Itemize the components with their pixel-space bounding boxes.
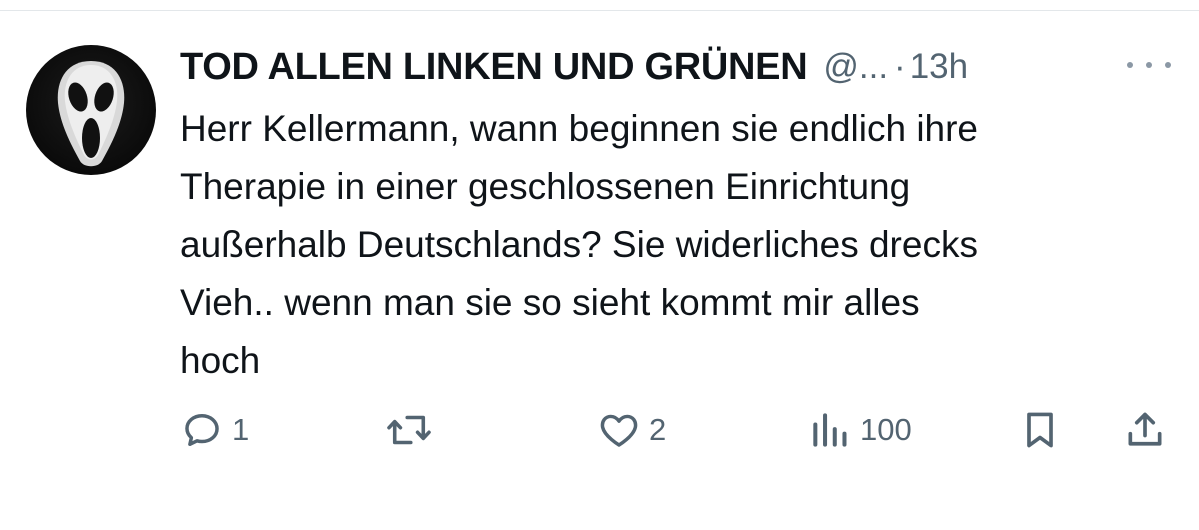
more-dot-icon (1127, 62, 1133, 68)
action-bar: 1 2 100 (0, 405, 1199, 455)
retweet-button[interactable] (384, 405, 442, 455)
tweet-text-line: Therapie in einer geschlossenen Einricht… (180, 166, 911, 207)
views-chart-icon (813, 413, 847, 447)
like-count: 2 (649, 412, 667, 447)
reply-icon (185, 413, 219, 447)
separator-dot: · (894, 47, 906, 86)
user-handle[interactable]: @... (823, 47, 888, 87)
views-count: 100 (860, 412, 912, 447)
ghostface-mask-icon (57, 61, 125, 167)
bookmark-button[interactable] (1018, 405, 1062, 455)
tweet-text-line: außerhalb Deutschlands? Sie widerliches … (180, 224, 978, 265)
views-button[interactable]: 100 (808, 405, 912, 455)
avatar[interactable] (26, 45, 156, 175)
tweet[interactable]: TOD ALLEN LINKEN UND GRÜNEN @... · 13h H… (0, 0, 1199, 530)
more-options-button[interactable] (1127, 50, 1171, 80)
tweet-header: TOD ALLEN LINKEN UND GRÜNEN @... · 13h (180, 42, 968, 92)
bookmark-icon (1027, 412, 1053, 448)
reply-count: 1 (232, 412, 250, 447)
reply-button[interactable]: 1 (180, 405, 249, 455)
tweet-text-line: hoch (180, 340, 261, 381)
share-icon (1128, 412, 1162, 446)
like-button[interactable]: 2 (597, 405, 666, 455)
tweet-text: Herr Kellermann, wann beginnen sie endli… (180, 100, 1160, 390)
tweet-text-line: Herr Kellermann, wann beginnen sie endli… (180, 108, 979, 149)
display-name[interactable]: TOD ALLEN LINKEN UND GRÜNEN (180, 46, 808, 89)
retweet-icon (387, 415, 431, 445)
heart-icon (600, 414, 638, 447)
share-button[interactable] (1123, 405, 1167, 455)
timestamp[interactable]: 13h (910, 47, 968, 87)
tweet-text-line: Vieh.. wenn man sie so sieht kommt mir a… (180, 282, 920, 323)
more-dot-icon (1165, 62, 1171, 68)
more-dot-icon (1146, 62, 1152, 68)
